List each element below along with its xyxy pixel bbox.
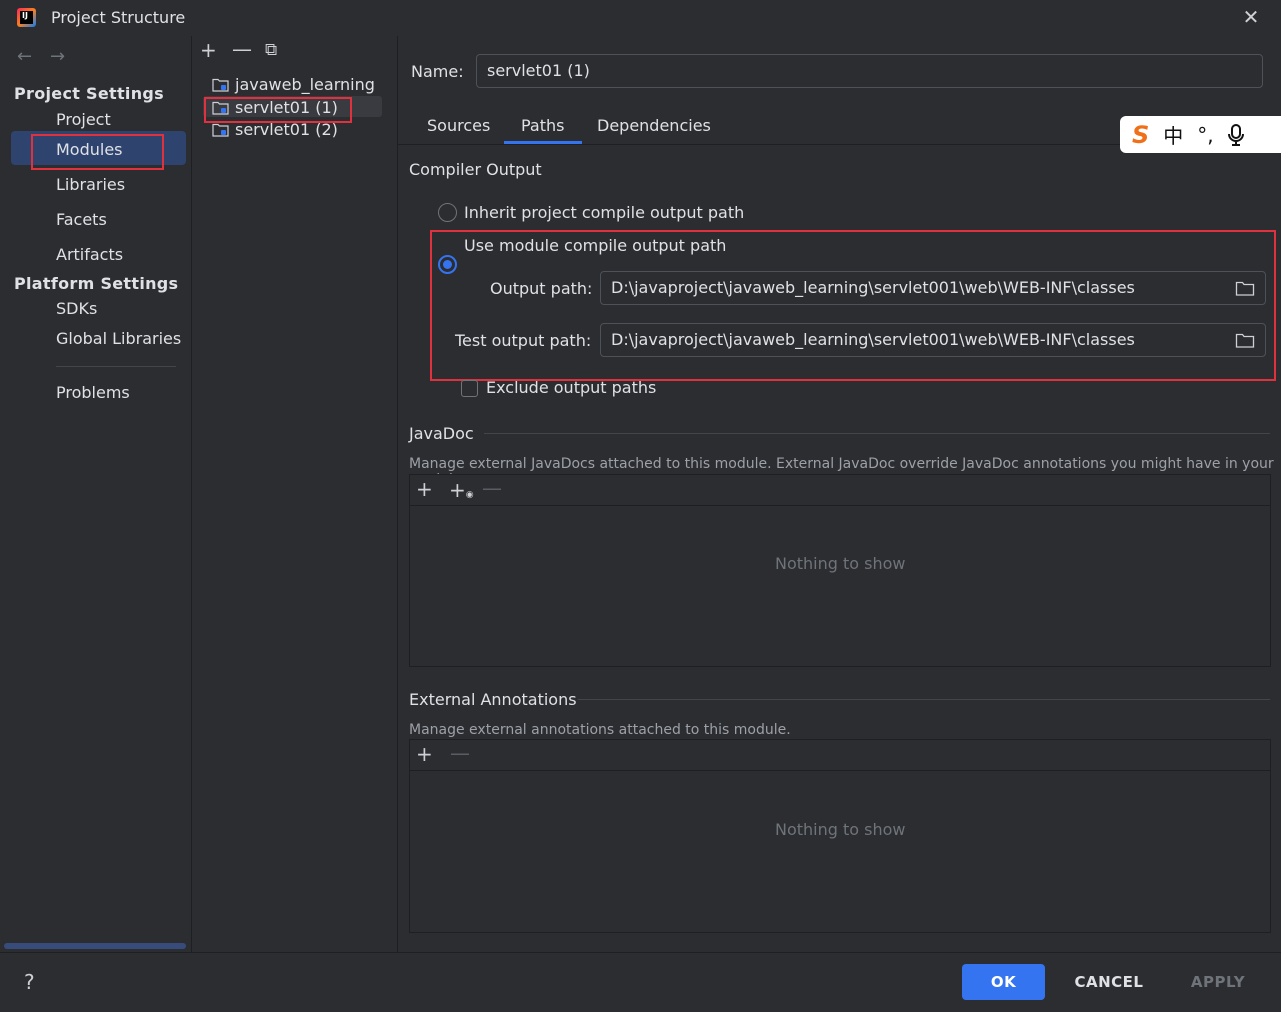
exclude-output-label[interactable]: Exclude output paths <box>486 378 656 397</box>
external-annotations-heading: External Annotations <box>409 690 577 709</box>
inherit-output-radio[interactable] <box>438 203 457 222</box>
sidebar-item-global-libraries[interactable]: Global Libraries <box>56 329 181 348</box>
javadoc-toolbar <box>410 475 1270 506</box>
sidebar-item-problems[interactable]: Problems <box>56 383 130 402</box>
window-title: Project Structure <box>51 8 186 27</box>
javadoc-separator <box>484 433 1270 434</box>
module-name-input[interactable]: servlet01 (1) <box>476 54 1263 88</box>
apply-button[interactable]: APPLY <box>1176 964 1260 1000</box>
cancel-button[interactable]: CANCEL <box>1064 964 1154 1000</box>
inherit-output-label[interactable]: Inherit project compile output path <box>464 203 744 222</box>
forward-arrow-icon[interactable]: → <box>50 46 65 67</box>
title-bar: IJ Project Structure ✕ <box>0 0 1281 36</box>
project-settings-heading: Project Settings <box>14 84 164 103</box>
sidebar-item-artifacts[interactable]: Artifacts <box>56 245 123 264</box>
tree-item-servlet01-2[interactable]: servlet01 (2) <box>212 118 338 140</box>
help-icon[interactable]: ? <box>24 970 35 994</box>
tree-item-label: servlet01 (2) <box>235 119 338 139</box>
sidebar-item-sdks[interactable]: SDKs <box>56 299 97 318</box>
remove-javadoc-icon[interactable]: — <box>482 478 502 498</box>
annotations-description: Manage external annotations attached to … <box>409 722 791 738</box>
sogou-logo-icon[interactable]: S <box>1132 121 1149 149</box>
back-arrow-icon[interactable]: ← <box>17 46 32 67</box>
annotations-empty-text: Nothing to show <box>775 820 906 839</box>
ime-toolbar[interactable]: S 中 °, <box>1120 116 1281 153</box>
ime-punctuation-toggle[interactable]: °, <box>1197 123 1213 147</box>
name-label: Name: <box>411 62 464 81</box>
annotations-separator <box>578 699 1270 700</box>
remove-icon[interactable]: — <box>232 39 252 59</box>
javadoc-heading: JavaDoc <box>409 424 474 443</box>
add-javadoc-url-icon[interactable]: +◉ <box>449 480 474 505</box>
module-folder-icon <box>212 123 229 137</box>
add-javadoc-icon[interactable]: + <box>416 479 433 499</box>
sidebar-item-libraries[interactable]: Libraries <box>56 175 125 194</box>
add-icon[interactable]: + <box>200 40 217 60</box>
platform-settings-heading: Platform Settings <box>14 274 179 293</box>
sidebar-scrollbar[interactable] <box>4 943 186 949</box>
exclude-output-checkbox[interactable] <box>461 380 478 397</box>
tree-item-javaweb-learning[interactable]: javaweb_learning <box>212 73 375 95</box>
tab-paths[interactable]: Paths <box>521 116 564 135</box>
intellij-logo-icon: IJ <box>17 8 36 27</box>
copy-icon[interactable]: ⧉ <box>265 40 277 60</box>
settings-sidebar <box>0 36 192 952</box>
add-annotation-icon[interactable]: + <box>416 744 433 764</box>
sidebar-item-facets[interactable]: Facets <box>56 210 107 229</box>
module-folder-icon <box>212 78 229 92</box>
active-tab-indicator <box>504 141 582 144</box>
remove-annotation-icon[interactable]: — <box>450 743 470 763</box>
sidebar-item-project[interactable]: Project <box>56 110 111 129</box>
ime-language-toggle[interactable]: 中 <box>1163 120 1183 149</box>
tab-dependencies[interactable]: Dependencies <box>597 116 711 135</box>
modules-highlight-box <box>31 134 164 170</box>
microphone-icon[interactable] <box>1227 123 1244 146</box>
output-path-highlight-box <box>430 230 1276 381</box>
annotations-toolbar <box>410 740 1270 771</box>
module-tree-pane <box>193 36 398 952</box>
sidebar-divider <box>56 366 176 367</box>
tree-item-label: javaweb_learning <box>235 74 375 94</box>
javadoc-empty-text: Nothing to show <box>775 554 906 573</box>
ok-button[interactable]: OK <box>962 964 1045 1000</box>
compiler-output-heading: Compiler Output <box>409 160 542 179</box>
tab-sources[interactable]: Sources <box>427 116 490 135</box>
close-icon[interactable]: ✕ <box>1240 6 1262 28</box>
